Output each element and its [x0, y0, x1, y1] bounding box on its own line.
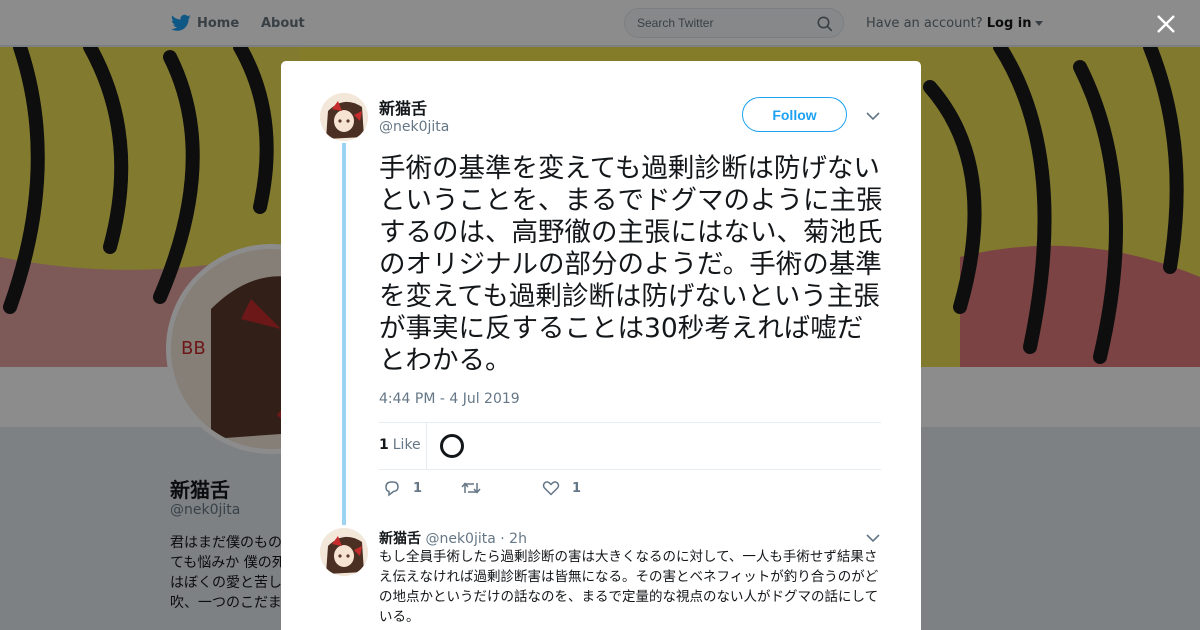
reply-author-avatar[interactable] — [320, 528, 368, 576]
heart-icon — [542, 481, 560, 496]
retweet-icon — [461, 482, 481, 494]
reply-author-handle[interactable]: @nek0jita — [425, 531, 495, 547]
chevron-down-icon[interactable] — [865, 530, 881, 546]
favorite-count: 1 — [572, 480, 582, 496]
like-label: Like — [392, 437, 421, 453]
like-stat[interactable]: 1 Like — [379, 437, 421, 453]
tweet-text: 手術の基準を変えても過剰診断は防げないということを、まるでドグマのように主張する… — [379, 153, 883, 376]
avatar-artwork — [320, 93, 368, 141]
retweet-button[interactable] — [461, 479, 493, 497]
reply-text: もし全員手術したら過剰診断の害は大きくなるのに対して、一人も手術せず結果さえ伝え… — [379, 549, 879, 625]
like-count: 1 — [379, 437, 389, 453]
chevron-down-icon[interactable] — [865, 108, 881, 124]
tweet-timestamp[interactable]: 4:44 PM - 4 Jul 2019 — [379, 391, 520, 407]
tweet-modal: 新猫舌 @nek0jita Follow 手術の基準を変えても過剰診断は防げない… — [281, 61, 921, 630]
reply-time[interactable]: · 2h — [500, 531, 527, 547]
reply-count: 1 — [413, 480, 423, 496]
avatar-artwork — [320, 528, 368, 576]
author-handle[interactable]: @nek0jita — [379, 119, 449, 135]
stat-divider — [426, 423, 427, 470]
follow-button[interactable]: Follow — [742, 97, 847, 132]
author-name[interactable]: 新猫舌 — [379, 95, 427, 119]
tweet-stats: 1 Like — [379, 422, 881, 470]
liker-avatar[interactable] — [440, 434, 464, 458]
reply-author-name[interactable]: 新猫舌 — [379, 531, 421, 547]
close-icon[interactable] — [1154, 12, 1178, 36]
reply-header: 新猫舌 @nek0jita · 2h — [379, 528, 527, 548]
tweet-actions: 1 1 — [379, 479, 779, 503]
reply-icon — [385, 481, 399, 497]
reply-button[interactable]: 1 — [383, 479, 422, 497]
like-button[interactable]: 1 — [542, 479, 581, 497]
author-avatar[interactable] — [320, 93, 368, 141]
thread-line — [342, 143, 346, 525]
